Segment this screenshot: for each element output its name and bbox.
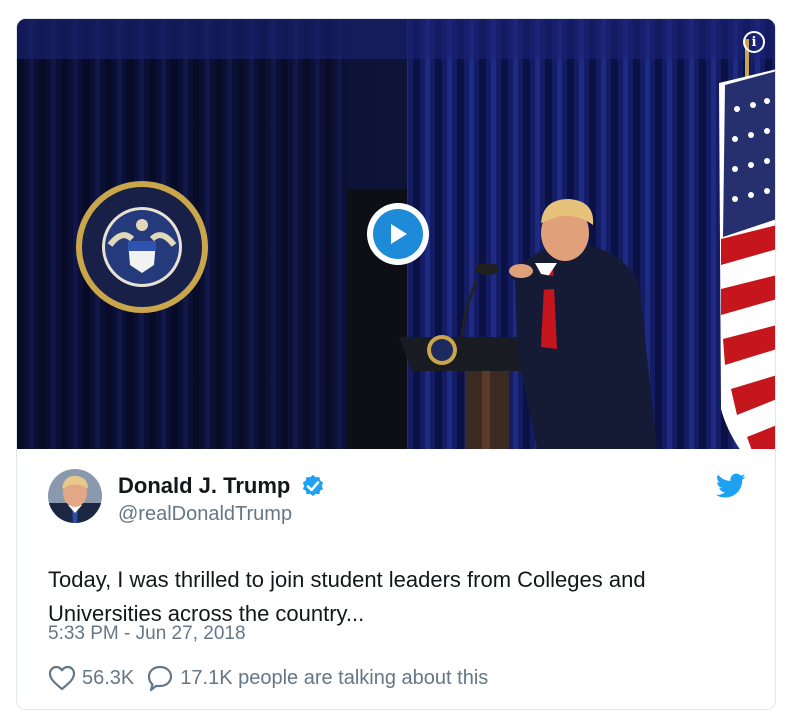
verified-badge-icon [301,474,325,498]
handle[interactable]: @realDonaldTrump [118,503,325,526]
american-flag [719,39,775,449]
avatar[interactable] [48,469,102,523]
timestamp-link[interactable]: 5:33 PM - Jun 27, 2018 [48,623,246,645]
info-icon[interactable]: i [743,31,765,53]
like-button[interactable]: 56.3K [48,665,134,691]
conversation-text: 17.1K people are talking about this [180,666,489,689]
tweet-author: Donald J. Trump @realDonaldTrump [48,469,748,529]
conversation-link[interactable]: 17.1K people are talking about this [146,664,488,692]
play-button[interactable] [367,203,429,265]
like-count: 56.3K [82,666,135,689]
display-name[interactable]: Donald J. Trump [118,473,290,499]
tweet-actions: 56.3K 17.1K people are talking about thi… [48,663,488,693]
twitter-bird-icon[interactable] [715,473,746,499]
info-glyph: i [751,34,757,50]
reply-bubble-icon [148,665,173,692]
author-names: Donald J. Trump @realDonaldTrump [118,473,325,526]
tweet-text-line: Today, I was thrilled to join student le… [48,567,646,592]
play-icon [373,209,423,259]
video-thumbnail[interactable]: i [17,19,775,449]
heart-icon [48,665,76,691]
presidential-seal [76,181,208,313]
tweet-embed-card: i Donald J. Trump @realDonaldTrump Today… [16,18,776,710]
tweet-text: Today, I was thrilled to join student le… [48,563,748,631]
